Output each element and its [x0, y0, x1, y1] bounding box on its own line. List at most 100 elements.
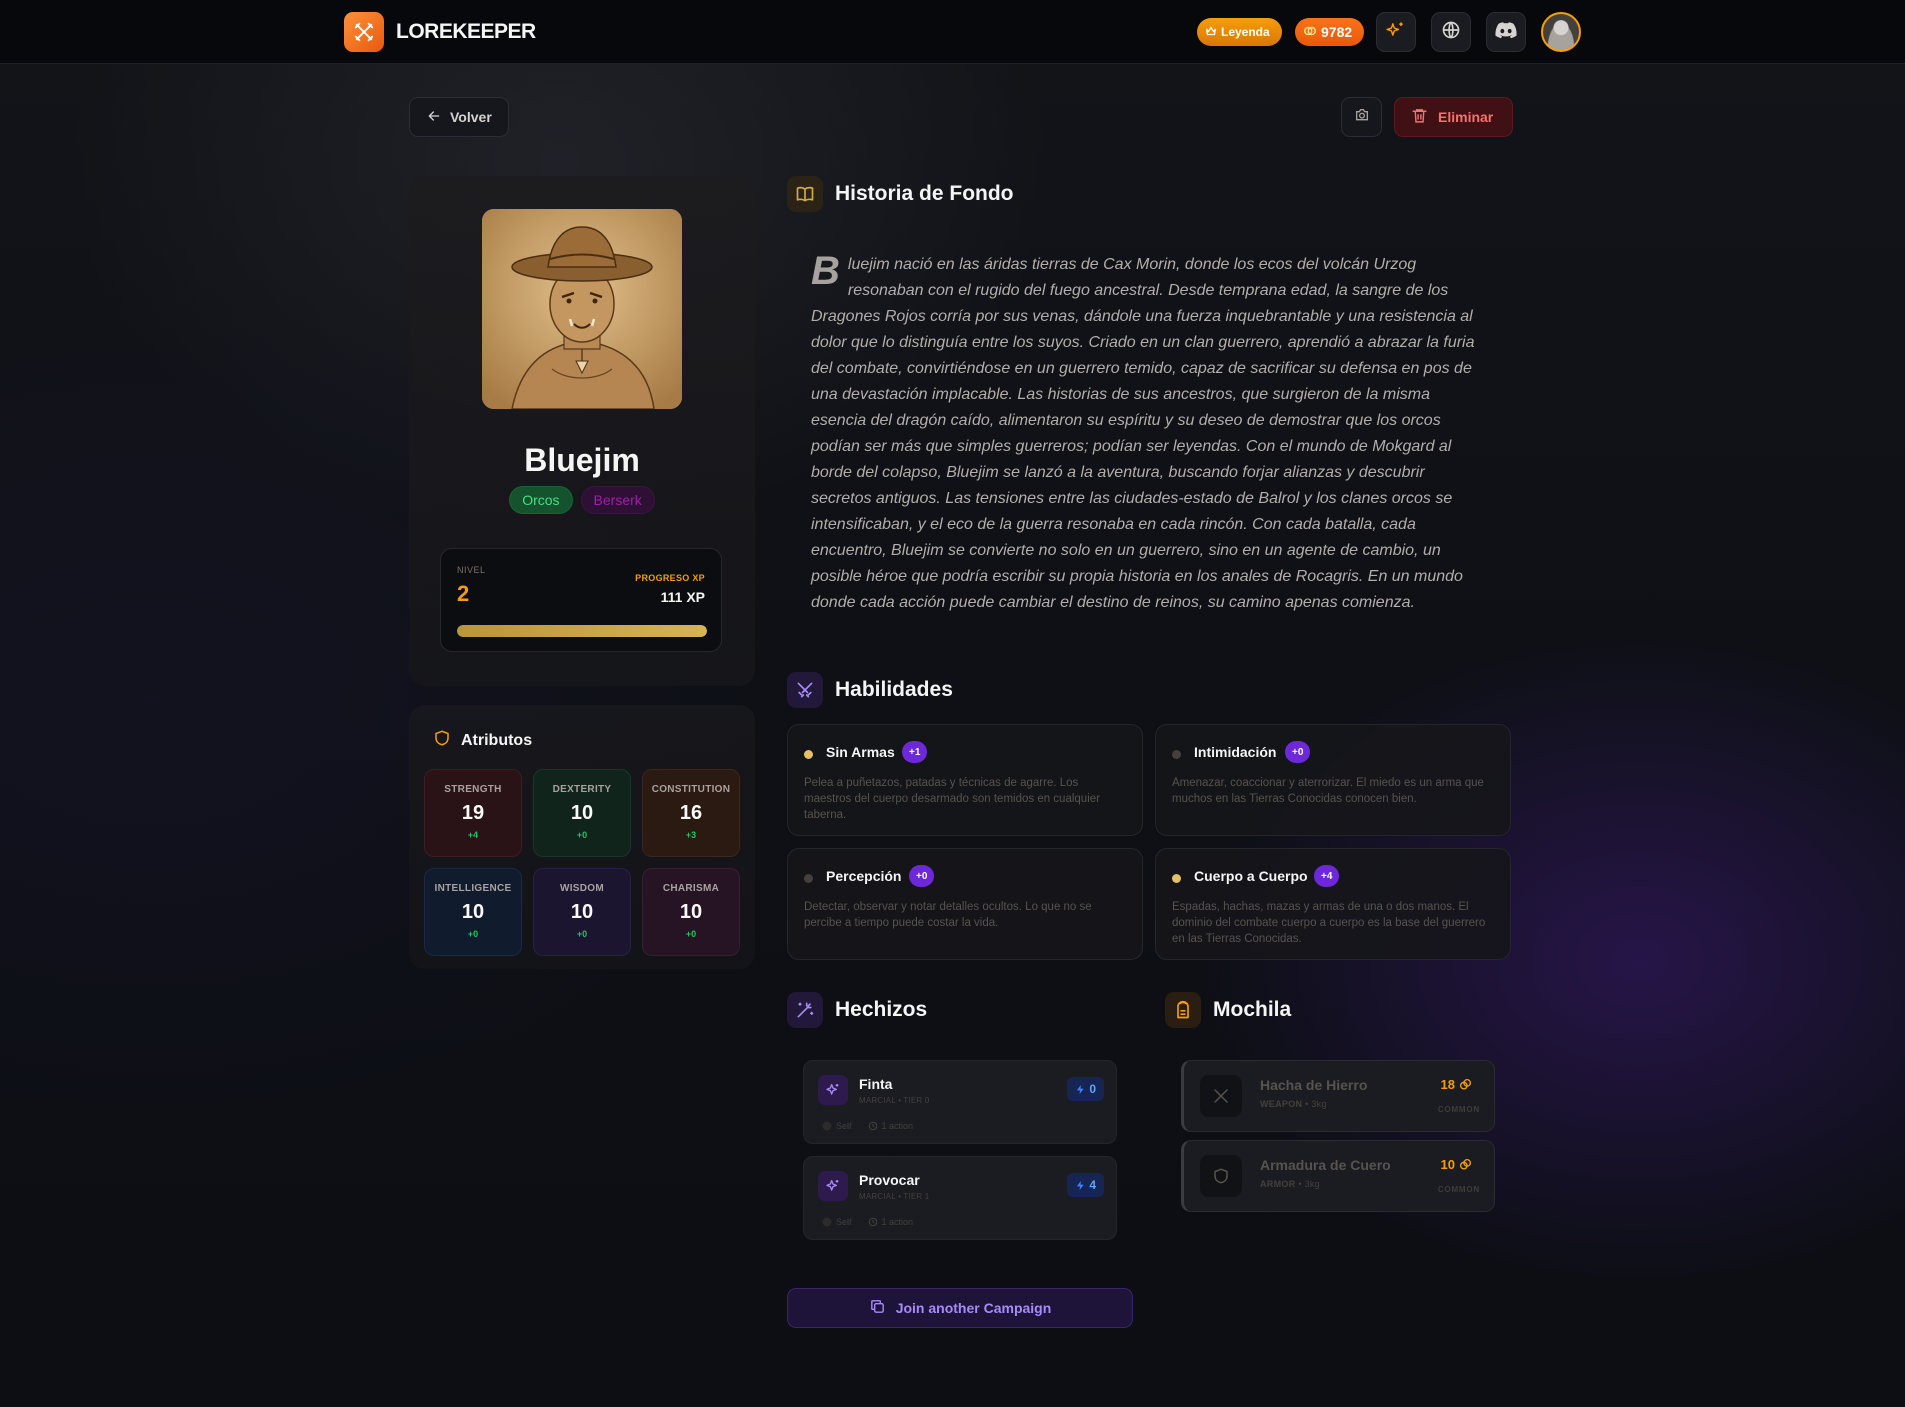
- spell-meta: MARCIAL • TIER 1: [859, 1192, 930, 1201]
- camera-icon: [1354, 107, 1370, 128]
- skill-card[interactable]: Percepción +0 Detectar, observar y notar…: [787, 848, 1143, 960]
- character-card: Bluejim Orcos Berserk NIVEL 2 PROGRESO X…: [409, 176, 755, 686]
- tier-badge[interactable]: Leyenda: [1197, 18, 1282, 46]
- backstory-title: Historia de Fondo: [835, 182, 1014, 205]
- backstory-header: Historia de Fondo: [787, 176, 1014, 212]
- item-rarity: COMMON: [1437, 1105, 1480, 1114]
- attr-modifier: +4: [467, 830, 479, 840]
- backstory-body: luejim nació en las áridas tierras de Ca…: [811, 256, 1475, 611]
- attr-modifier: +0: [467, 929, 479, 939]
- spells-title: Hechizos: [835, 998, 928, 1021]
- race-tag: Orcos: [509, 486, 573, 514]
- attr-name: INTELLIGENCE: [434, 883, 512, 894]
- crown-icon: [1205, 25, 1217, 40]
- crossed-swords-icon: [787, 672, 823, 708]
- skill-card[interactable]: Intimidación +0 Amenazar, coaccionar y a…: [1155, 724, 1511, 836]
- xp-progress-bar: [457, 625, 707, 637]
- sparkles-icon: [818, 1171, 848, 1201]
- attr-modifier: +0: [576, 929, 588, 939]
- character-portrait: [482, 209, 682, 409]
- arrow-left-icon: [426, 108, 442, 127]
- skill-bonus-badge: +0: [909, 865, 935, 887]
- back-button[interactable]: Volver: [409, 97, 509, 137]
- skill-bonus-badge: +0: [1285, 741, 1311, 763]
- discord-icon: [1495, 21, 1517, 44]
- attr-value: 19: [461, 802, 485, 824]
- attr-value: 10: [570, 802, 594, 824]
- join-campaign-button[interactable]: Join another Campaign: [787, 1288, 1133, 1328]
- sparkles-button[interactable]: [1376, 12, 1416, 52]
- skills-title: Habilidades: [835, 678, 953, 701]
- item-meta: ARMOR • 3kg: [1260, 1179, 1320, 1189]
- spell-time: 1 action: [868, 1217, 913, 1227]
- skill-bonus-badge: +1: [902, 741, 928, 763]
- character-name: Bluejim: [524, 442, 640, 478]
- skill-trained-dot: [1172, 750, 1181, 759]
- attr-value: 10: [570, 901, 594, 923]
- attr-dexterity: DEXTERITY 10 +0: [533, 769, 631, 857]
- level-value: 2: [457, 581, 470, 606]
- spell-time: 1 action: [868, 1121, 913, 1131]
- attr-constitution: CONSTITUTION 16 +3: [642, 769, 740, 857]
- logo-icon[interactable]: [344, 12, 384, 52]
- coins-badge[interactable]: 9782: [1295, 18, 1365, 46]
- attr-name: STRENGTH: [444, 784, 502, 795]
- skill-name: Cuerpo a Cuerpo: [1194, 868, 1308, 884]
- skill-description: Espadas, hachas, mazas y armas de una o …: [1172, 901, 1486, 945]
- backpack-icon: [1165, 992, 1201, 1028]
- skill-trained-dot: [1172, 874, 1181, 883]
- spell-cost-badge: 4: [1067, 1173, 1104, 1197]
- screenshot-button[interactable]: [1341, 97, 1382, 137]
- tier-label: Leyenda: [1221, 25, 1270, 39]
- language-button[interactable]: [1431, 12, 1471, 52]
- user-avatar[interactable]: [1541, 12, 1581, 52]
- attr-modifier: +0: [685, 929, 697, 939]
- spell-name: Finta: [859, 1076, 893, 1092]
- item-rarity: COMMON: [1437, 1185, 1480, 1194]
- skill-trained-dot: [804, 750, 813, 759]
- backpack-header: Mochila: [1165, 992, 1291, 1028]
- backstory-text: Bluejim nació en las áridas tierras de C…: [811, 249, 1478, 616]
- level-panel: NIVEL 2 PROGRESO XP 111 XP: [440, 548, 722, 652]
- attr-name: DEXTERITY: [552, 784, 612, 795]
- shield-icon: [433, 729, 451, 752]
- attr-value: 16: [679, 802, 703, 824]
- attr-value: 10: [461, 901, 485, 923]
- coins-value: 9782: [1321, 24, 1353, 40]
- skill-card[interactable]: Cuerpo a Cuerpo +4 Espadas, hachas, maza…: [1155, 848, 1511, 960]
- backstory-dropcap: B: [811, 249, 840, 293]
- skill-name: Percepción: [826, 868, 902, 884]
- item-name: Armadura de Cuero: [1260, 1157, 1391, 1173]
- inventory-item[interactable]: Armadura de Cuero ARMOR • 3kg 10 COMMON: [1181, 1140, 1495, 1212]
- attr-charisma: CHARISMA 10 +0: [642, 868, 740, 956]
- attr-name: CONSTITUTION: [651, 784, 731, 795]
- join-campaign-label: Join another Campaign: [895, 1300, 1052, 1316]
- discord-button[interactable]: [1486, 12, 1526, 52]
- globe-icon: [1441, 20, 1461, 45]
- skill-card[interactable]: Sin Armas +1 Pelea a puñetazos, patadas …: [787, 724, 1143, 836]
- app-name[interactable]: LOREKEEPER: [396, 20, 536, 44]
- attr-strength: STRENGTH 19 +4: [424, 769, 522, 857]
- skill-name: Intimidación: [1194, 744, 1277, 760]
- trash-icon: [1411, 107, 1428, 127]
- coins-icon: [1303, 24, 1317, 41]
- attr-value: 10: [679, 901, 703, 923]
- item-value: 10: [1441, 1157, 1472, 1172]
- spell-card[interactable]: Finta MARCIAL • TIER 0 Self 1 action 0: [803, 1060, 1117, 1144]
- spell-range: Self: [822, 1217, 852, 1227]
- skill-description: Amenazar, coaccionar y aterrorizar. El m…: [1172, 777, 1484, 805]
- top-navbar: LOREKEEPER Leyenda 9782: [0, 0, 1905, 64]
- skill-name: Sin Armas: [826, 744, 895, 760]
- attributes-title: Atributos: [461, 731, 533, 749]
- delete-button[interactable]: Eliminar: [1394, 97, 1513, 137]
- sparkles-icon: [818, 1075, 848, 1105]
- spell-cost-badge: 0: [1067, 1077, 1104, 1101]
- class-tag: Berserk: [580, 486, 655, 514]
- item-meta: WEAPON • 3kg: [1260, 1099, 1327, 1109]
- attr-wisdom: WISDOM 10 +0: [533, 868, 631, 956]
- delete-label: Eliminar: [1438, 109, 1494, 125]
- attr-modifier: +0: [576, 830, 588, 840]
- attr-name: CHARISMA: [662, 883, 720, 894]
- inventory-item[interactable]: Hacha de Hierro WEAPON • 3kg 18 COMMON: [1181, 1060, 1495, 1132]
- spell-card[interactable]: Provocar MARCIAL • TIER 1 Self 1 action …: [803, 1156, 1117, 1240]
